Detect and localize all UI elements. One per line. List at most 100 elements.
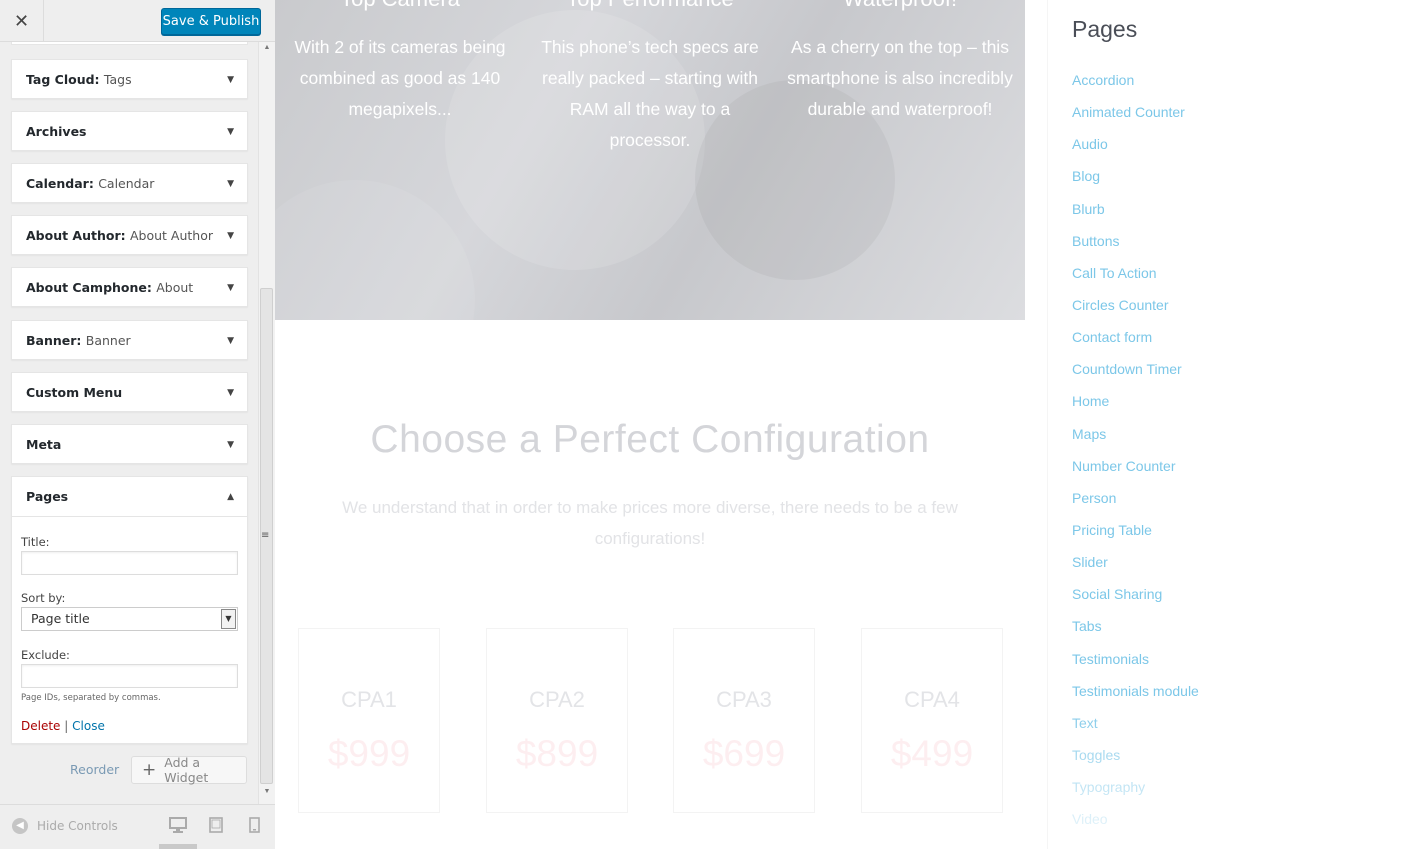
page-link[interactable]: Testimonials module xyxy=(1072,683,1199,715)
widget-title-sep: : xyxy=(94,72,104,87)
expand-arrow-icon[interactable]: ▼ xyxy=(227,216,234,256)
sort-by-select[interactable]: Page title ▼ xyxy=(21,607,238,631)
page-link[interactable]: Social Sharing xyxy=(1072,586,1199,618)
customizer-sidebar: ✕ Save & Publish Tag Cloud: Tags ▼ Archi… xyxy=(0,0,275,849)
page-link[interactable]: Typography xyxy=(1072,779,1199,811)
page-link[interactable]: Video xyxy=(1072,811,1199,843)
page-link[interactable]: Circles Counter xyxy=(1072,297,1199,329)
page-link[interactable]: Contact form xyxy=(1072,329,1199,361)
widget-subtitle: About xyxy=(156,280,194,295)
expand-arrow-icon[interactable]: ▼ xyxy=(227,373,234,413)
page-link[interactable]: Call To Action xyxy=(1072,265,1199,297)
page-link[interactable]: Pricing Table xyxy=(1072,522,1199,554)
page-link[interactable]: Audio xyxy=(1072,136,1199,168)
hero-background-shape xyxy=(275,180,475,320)
resize-grip-icon[interactable]: ≡ xyxy=(261,530,269,541)
pricing-card[interactable]: CPA3 $699 xyxy=(673,628,815,813)
widget-subtitle: Calendar xyxy=(98,176,155,191)
widget-title: Tag Cloud xyxy=(26,72,95,87)
widget-meta[interactable]: Meta ▼ xyxy=(11,424,248,464)
mobile-preview-icon[interactable] xyxy=(249,817,260,833)
widget-calendar[interactable]: Calendar: Calendar ▼ xyxy=(11,163,248,203)
widget-subtitle: Banner xyxy=(85,333,131,348)
dropdown-arrow-icon[interactable]: ▼ xyxy=(221,609,236,629)
plus-icon: + xyxy=(142,760,157,780)
feature-title: Top Camera xyxy=(285,0,515,12)
expand-arrow-icon[interactable]: ▼ xyxy=(227,60,234,100)
widget-partial xyxy=(11,42,248,45)
add-widget-button[interactable]: + Add a Widget xyxy=(131,755,247,785)
widget-tag-cloud[interactable]: Tag Cloud: Tags ▼ xyxy=(11,59,248,99)
page-link[interactable]: Text xyxy=(1072,715,1199,747)
scroll-down-arrow-icon[interactable]: ▼ xyxy=(259,788,275,800)
title-input[interactable] xyxy=(21,551,238,575)
link-separator: | xyxy=(64,719,69,733)
exclude-description: Page IDs, separated by commas. xyxy=(21,693,161,703)
widget-title-sep: : xyxy=(88,176,99,191)
page-link[interactable]: Testimonials xyxy=(1072,651,1199,683)
expand-arrow-icon[interactable]: ▼ xyxy=(227,321,234,361)
widget-title: Archives xyxy=(26,124,87,139)
widget-pages-header[interactable]: Pages ▲ xyxy=(12,477,247,517)
desktop-preview-icon[interactable] xyxy=(169,817,187,833)
expand-arrow-icon[interactable]: ▼ xyxy=(227,268,234,308)
section-title: Choose a Perfect Configuration xyxy=(370,418,930,461)
widget-about-author[interactable]: About Author: About Author ▼ xyxy=(11,215,248,255)
page-link[interactable]: Person xyxy=(1072,490,1199,522)
page-link[interactable]: Animated Counter xyxy=(1072,104,1199,136)
page-link[interactable]: Slider xyxy=(1072,554,1199,586)
hide-controls-label: Hide Controls xyxy=(37,819,118,833)
widget-subtitle: About Author xyxy=(130,228,214,243)
page-link[interactable]: Toggles xyxy=(1072,747,1199,779)
page-link[interactable]: Maps xyxy=(1072,426,1199,458)
customizer-footer: ◀ Hide Controls xyxy=(0,804,275,849)
collapse-arrow-icon[interactable]: ▲ xyxy=(227,477,234,517)
feature-title: Top Performance xyxy=(535,0,765,12)
hide-controls-button[interactable]: ◀ Hide Controls xyxy=(12,818,118,834)
page-link[interactable]: Number Counter xyxy=(1072,458,1199,490)
widget-title: Pages xyxy=(26,489,69,504)
page-link[interactable]: Tabs xyxy=(1072,618,1199,650)
page-link[interactable]: Blurb xyxy=(1072,201,1199,233)
pricing-card[interactable]: CPA2 $899 xyxy=(486,628,628,813)
widget-custom-menu[interactable]: Custom Menu ▼ xyxy=(11,372,248,412)
widget-title: Custom Menu xyxy=(26,385,123,400)
feature-description: As a cherry on the top – this smartphone… xyxy=(787,37,1013,119)
expand-arrow-icon[interactable]: ▼ xyxy=(227,425,234,465)
active-device-indicator xyxy=(159,844,197,849)
hero-section: Top Camera With 2 of its cameras being c… xyxy=(275,0,1025,320)
sidebar-scrollbar[interactable]: ▲ ≡ ▼ xyxy=(258,42,275,804)
pricing-card[interactable]: CPA4 $499 xyxy=(861,628,1003,813)
pricing-plan-price: $899 xyxy=(515,733,599,774)
close-icon[interactable]: ✕ xyxy=(0,0,44,42)
title-label: Title: xyxy=(21,535,50,549)
page-link[interactable]: Countdown Timer xyxy=(1072,361,1199,393)
page-link[interactable]: Accordion xyxy=(1072,72,1199,104)
page-link[interactable]: Home xyxy=(1072,393,1199,425)
page-link[interactable]: Blog xyxy=(1072,168,1199,200)
widget-title: About Camphone xyxy=(26,280,147,295)
page-link[interactable]: Buttons xyxy=(1072,233,1199,265)
widget-pages-expanded: Pages ▲ Title: Sort by: Page title ▼ Exc… xyxy=(11,476,248,744)
sort-by-label: Sort by: xyxy=(21,591,66,605)
pricing-plan-price: $699 xyxy=(702,733,786,774)
expand-arrow-icon[interactable]: ▼ xyxy=(227,112,234,152)
widget-banner[interactable]: Banner: Banner ▼ xyxy=(11,320,248,360)
widget-actions: Delete | Close xyxy=(21,719,105,733)
reorder-link[interactable]: Reorder xyxy=(70,762,119,777)
widget-about-camphone[interactable]: About Camphone: About ▼ xyxy=(11,267,248,307)
expand-arrow-icon[interactable]: ▼ xyxy=(227,164,234,204)
scroll-up-arrow-icon[interactable]: ▲ xyxy=(259,44,275,56)
widget-subtitle: Tags xyxy=(103,72,132,87)
pricing-card[interactable]: CPA1 $999 xyxy=(298,628,440,813)
close-link[interactable]: Close xyxy=(72,719,105,733)
collapse-circle-icon: ◀ xyxy=(12,818,28,834)
pricing-plan-price: $999 xyxy=(327,733,411,774)
delete-link[interactable]: Delete xyxy=(21,719,60,733)
widget-title-sep: : xyxy=(120,228,130,243)
exclude-label: Exclude: xyxy=(21,648,70,662)
exclude-input[interactable] xyxy=(21,664,238,688)
tablet-preview-icon[interactable] xyxy=(209,817,223,833)
widget-archives[interactable]: Archives ▼ xyxy=(11,111,248,151)
save-publish-button[interactable]: Save & Publish xyxy=(161,8,261,35)
